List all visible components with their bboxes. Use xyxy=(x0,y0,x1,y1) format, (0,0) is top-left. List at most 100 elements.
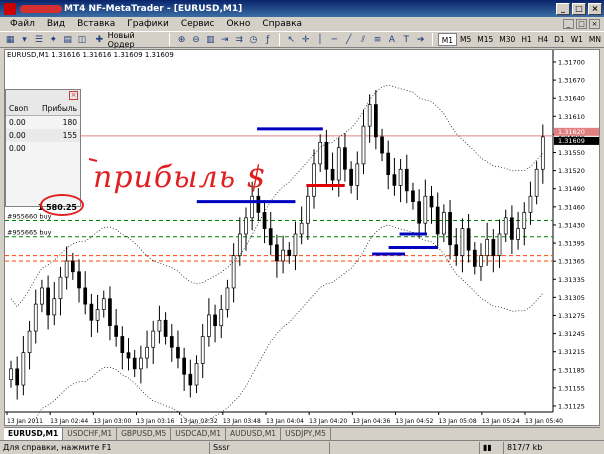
crosshair-icon[interactable]: ✛ xyxy=(299,33,311,46)
timeframe-h4[interactable]: H4 xyxy=(535,33,551,46)
swap-cell: 0.00 xyxy=(9,144,26,153)
price-tick-label: 1.31490 xyxy=(558,185,585,193)
status-profile: Sssr xyxy=(210,441,330,454)
vertical-line-icon[interactable]: │ xyxy=(314,33,326,46)
candle-body xyxy=(151,330,156,348)
candle-body xyxy=(540,136,545,170)
candle-body xyxy=(169,336,174,348)
menu-tools[interactable]: Сервис xyxy=(175,19,221,29)
candle-body xyxy=(64,260,69,278)
candle-body xyxy=(330,168,335,181)
candle-body xyxy=(250,195,255,219)
periods-icon[interactable]: ◷ xyxy=(247,33,259,46)
price-tick-label: 1.31610 xyxy=(558,113,585,121)
menu-insert[interactable]: Вставка xyxy=(71,19,121,29)
column-swap[interactable]: Своп xyxy=(6,102,35,116)
price-label-text: 1.31620 xyxy=(558,128,585,136)
price-tick-label: 1.31245 xyxy=(558,330,585,338)
horizontal-line-icon[interactable]: ─ xyxy=(328,33,340,46)
candle-body xyxy=(343,147,347,170)
minimize-button[interactable]: _ xyxy=(556,2,570,15)
fibo-icon[interactable]: ≡ xyxy=(371,33,383,46)
tile-icon[interactable]: ▥ xyxy=(204,33,216,46)
menu-charts[interactable]: Графики xyxy=(121,19,175,29)
menu-bar: Файл Вид Вставка Графики Сервис Окно Спр… xyxy=(0,17,604,31)
mdi-minimize-button[interactable]: _ xyxy=(563,19,574,29)
candle-body xyxy=(522,212,527,229)
mdi-restore-button[interactable]: □ xyxy=(576,19,587,29)
candle-body xyxy=(312,163,316,197)
candle-body xyxy=(21,352,26,386)
table-row[interactable]: 0.00 180 xyxy=(6,116,80,130)
menu-window[interactable]: Окно xyxy=(220,19,256,29)
autoscroll-icon[interactable]: ⇉ xyxy=(233,33,245,46)
candle-body xyxy=(503,217,508,235)
time-tick-label: 13 Jan 03:16 xyxy=(137,418,175,425)
terminal-icon[interactable]: ▤ xyxy=(62,33,74,46)
maximize-button[interactable]: □ xyxy=(572,2,586,15)
price-tick-label: 1.31395 xyxy=(558,240,585,248)
candle-body xyxy=(374,104,378,138)
trendline-icon[interactable]: ╱ xyxy=(343,33,355,46)
new-order-button[interactable]: ✚ Новый Ордер xyxy=(90,31,164,49)
navigator-icon[interactable]: ✦ xyxy=(47,33,59,46)
tab-usdjpy-m5[interactable]: USDJPY,M5 xyxy=(281,428,331,440)
price-tick-label: 1.31125 xyxy=(558,403,585,411)
timeframe-m1[interactable]: M1 xyxy=(437,33,458,46)
candle-body xyxy=(200,336,205,364)
mdi-close-button[interactable]: × xyxy=(589,19,600,29)
tester-icon[interactable]: ◫ xyxy=(76,33,88,46)
candle-body xyxy=(262,212,267,229)
candle-body xyxy=(145,346,149,359)
table-row[interactable]: 0.00 xyxy=(6,142,80,155)
market-watch-icon[interactable]: ☰ xyxy=(33,33,45,46)
price-tick-label: 1.31430 xyxy=(558,221,585,229)
arrow-icon[interactable]: ➔ xyxy=(414,33,426,46)
indicators-icon[interactable]: ƒ xyxy=(262,33,274,46)
timeframe-m5[interactable]: M5 xyxy=(457,33,474,46)
tab-usdcad-m1[interactable]: USDCAD,M1 xyxy=(171,428,227,440)
candle-body xyxy=(454,244,459,256)
tab-gbpusd-m5[interactable]: GBPUSD,M5 xyxy=(117,428,172,440)
channel-icon[interactable]: ⫽ xyxy=(357,33,369,46)
candle-body xyxy=(27,330,32,354)
timeframe-h1[interactable]: H1 xyxy=(518,33,534,46)
candle-body xyxy=(435,206,440,235)
tab-usdchf-m1[interactable]: USDCHF,M1 xyxy=(63,428,118,440)
terminal-header: × xyxy=(6,90,80,102)
new-chart-icon[interactable]: ▦ xyxy=(4,33,16,46)
zoom-out-icon[interactable]: ⊖ xyxy=(190,33,202,46)
candle-body xyxy=(411,190,415,202)
column-profit[interactable]: Прибыль xyxy=(34,102,80,116)
tab-eurusd-m1[interactable]: EURUSD,M1 xyxy=(4,428,64,440)
terminal-close-icon[interactable]: × xyxy=(69,91,78,100)
price-tick-label: 1.31640 xyxy=(558,95,585,103)
menu-file[interactable]: Файл xyxy=(4,19,41,29)
close-button[interactable]: × xyxy=(588,2,602,15)
chart-window[interactable]: 1.317001.316701.316401.316101.315801.315… xyxy=(4,49,600,426)
tab-audusd-m1[interactable]: AUDUSD,M1 xyxy=(226,428,282,440)
chart-shift-icon[interactable]: ⇥ xyxy=(219,33,231,46)
menu-help[interactable]: Справка xyxy=(256,19,308,29)
timeframe-w1[interactable]: W1 xyxy=(568,33,586,46)
timeframe-m30[interactable]: M30 xyxy=(496,33,518,46)
candle-body xyxy=(58,276,63,300)
candle-body xyxy=(219,309,224,327)
menu-view[interactable]: Вид xyxy=(41,19,71,29)
table-row[interactable]: 0.00 155 xyxy=(6,129,80,142)
timeframe-d1[interactable]: D1 xyxy=(551,33,568,46)
text-icon[interactable]: A xyxy=(386,33,398,46)
timeframe-m15[interactable]: M15 xyxy=(474,33,496,46)
time-tick-label: 13 Jan 05:24 xyxy=(482,418,520,425)
profiles-icon[interactable]: ▾ xyxy=(18,33,30,46)
price-chart[interactable]: 1.317001.316701.316401.316101.315801.315… xyxy=(5,50,600,426)
candle-body xyxy=(491,239,496,256)
timeframe-mn[interactable]: MN xyxy=(586,33,604,46)
handwritten-annotation: прибыль $ xyxy=(93,160,267,195)
candle-body xyxy=(429,195,434,208)
cursor-icon[interactable]: ↖ xyxy=(285,33,297,46)
candle-body xyxy=(194,363,199,386)
trades-table: Своп Прибыль 0.00 180 0.00 155 0.00 xyxy=(6,102,80,155)
label-icon[interactable]: T xyxy=(400,33,412,46)
zoom-in-icon[interactable]: ⊕ xyxy=(175,33,187,46)
